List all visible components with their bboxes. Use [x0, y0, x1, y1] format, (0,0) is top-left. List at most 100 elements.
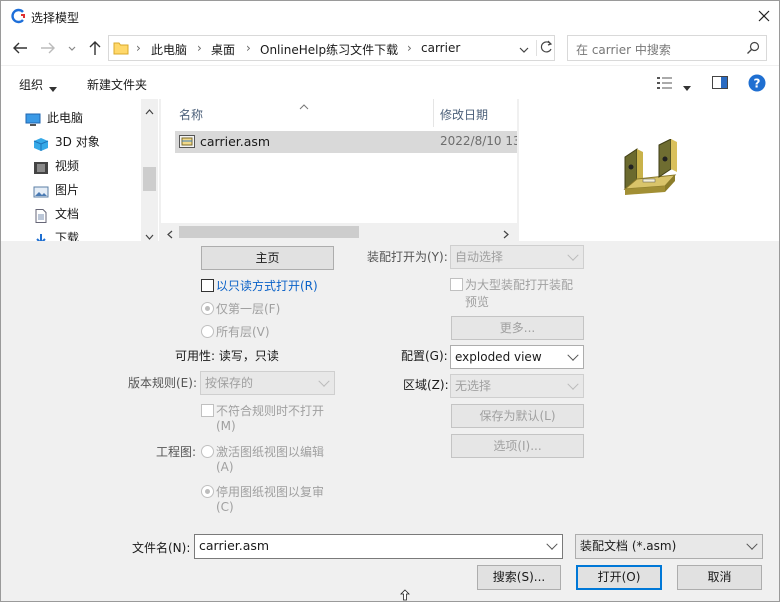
recent-chevron-icon[interactable] [67, 43, 77, 53]
region-value: 无选择 [455, 379, 492, 393]
nav-scrollbar[interactable] [141, 99, 158, 241]
open-button[interactable]: 打开(O) [576, 565, 662, 590]
region-select[interactable]: 无选择 [450, 374, 584, 398]
file-row[interactable]: carrier.asm 2022/8/10 13 [175, 131, 517, 153]
nav-item-3d-objects[interactable]: 3D 对象 [33, 131, 100, 153]
all-levels-label: 所有层(V) [216, 325, 270, 339]
search-input[interactable]: 在 carrier 中搜索 [576, 41, 671, 58]
noncompliant-checkbox[interactable] [201, 404, 214, 417]
column-header-date[interactable]: 修改日期 [440, 106, 488, 123]
navigation-pane: 此电脑 3D 对象 视频 图片 文档 下载 [1, 99, 159, 241]
open-as-label: 装配打开为(Y): [367, 250, 448, 264]
new-folder-button[interactable]: 新建文件夹 [87, 76, 147, 93]
scroll-left-icon[interactable] [167, 228, 173, 239]
model-preview-icon [619, 138, 683, 203]
nav-item-label: 下载 [55, 231, 80, 241]
home-button[interactable]: 主页 [201, 246, 334, 270]
filename-label: 文件名(N): [132, 541, 191, 555]
version-rule-select[interactable]: 按保存的 [200, 371, 335, 395]
chevron-right-icon: › [136, 41, 141, 55]
filetype-value: 装配文档 (*.asm) [580, 539, 677, 553]
nav-item-pictures[interactable]: 图片 [33, 179, 79, 201]
options-button[interactable]: 选项(I)... [451, 434, 584, 458]
cancel-button[interactable]: 取消 [677, 565, 762, 590]
drawing-label: 工程图: [156, 445, 197, 459]
breadcrumb-item[interactable]: OnlineHelp练习文件下载 [260, 41, 398, 58]
save-default-button[interactable]: 保存为默认(L) [451, 404, 584, 428]
config-label: 配置(G): [401, 349, 448, 363]
more-button[interactable]: 更多... [451, 316, 584, 340]
nav-item-this-pc[interactable]: 此电脑 [25, 107, 83, 129]
chevron-down-icon[interactable] [546, 538, 558, 550]
activate-sheet-sub: (A) [216, 460, 234, 474]
chevron-down-icon[interactable] [519, 44, 529, 54]
column-header-name[interactable]: 名称 [179, 106, 203, 123]
filelist-scroll-thumb[interactable] [179, 226, 359, 238]
document-icon [33, 208, 49, 223]
large-assembly-label: 为大型装配打开装配 [465, 278, 574, 292]
filename-value: carrier.asm [199, 538, 270, 553]
scroll-down-icon[interactable] [145, 229, 154, 240]
filetype-select[interactable]: 装配文档 (*.asm) [575, 534, 763, 559]
view-list-icon[interactable] [657, 76, 673, 90]
config-select[interactable]: exploded view [450, 345, 584, 369]
file-date: 2022/8/10 13 [440, 134, 517, 148]
disable-sheet-label: 停用图纸视图以复审 [216, 485, 325, 499]
close-icon[interactable] [755, 7, 773, 25]
chevron-right-icon: › [246, 41, 251, 55]
scroll-right-icon[interactable] [503, 228, 509, 239]
readonly-checkbox[interactable] [201, 279, 214, 292]
search-button[interactable]: 搜索(S)... [477, 565, 561, 590]
forward-arrow-icon[interactable] [39, 40, 57, 56]
title-bar: 选择模型 [1, 1, 779, 31]
first-level-radio[interactable] [201, 302, 214, 315]
config-value: exploded view [455, 350, 542, 364]
back-arrow-icon[interactable] [11, 40, 29, 56]
chevron-down-icon [746, 538, 758, 550]
chevron-down-icon [567, 378, 579, 390]
address-row: › 此电脑 › 桌面 › OnlineHelp练习文件下载 › carrier … [1, 31, 779, 65]
nav-item-documents[interactable]: 文档 [33, 203, 79, 225]
first-level-label: 仅第一层(F) [216, 302, 281, 316]
download-icon [33, 232, 49, 241]
disable-sheet-radio[interactable] [201, 485, 214, 498]
search-box[interactable]: 在 carrier 中搜索 [567, 35, 767, 61]
filelist-hscrollbar[interactable] [161, 223, 517, 241]
large-assembly-checkbox[interactable] [450, 278, 463, 291]
open-as-value: 自动选择 [455, 250, 504, 264]
activate-sheet-radio[interactable] [201, 445, 214, 458]
up-arrow-icon[interactable] [87, 39, 103, 57]
folder-icon [113, 40, 129, 56]
refresh-icon[interactable] [536, 40, 553, 56]
column-divider[interactable] [433, 99, 434, 127]
nav-item-label: 此电脑 [47, 111, 84, 125]
nav-scroll-thumb[interactable] [143, 167, 156, 191]
open-as-select[interactable]: 自动选择 [450, 245, 584, 269]
breadcrumb-item[interactable]: carrier [421, 41, 460, 55]
chevron-right-icon: › [407, 41, 412, 55]
help-icon[interactable]: ? [748, 74, 766, 92]
region-label: 区域(Z): [403, 378, 449, 392]
scroll-up-icon[interactable] [145, 104, 154, 115]
view-dropdown-icon[interactable] [683, 80, 691, 91]
video-icon [33, 160, 49, 174]
nav-item-downloads[interactable]: 下载 [33, 227, 79, 241]
filename-input[interactable]: carrier.asm [194, 534, 563, 559]
svg-text:?: ? [754, 77, 761, 91]
nav-item-label: 3D 对象 [55, 135, 100, 149]
chevron-right-icon: › [197, 41, 202, 55]
breadcrumb-item[interactable]: 此电脑 [151, 41, 187, 58]
preview-pane-icon[interactable] [712, 75, 729, 90]
all-levels-radio[interactable] [201, 325, 214, 338]
search-icon[interactable] [746, 41, 760, 55]
window-title: 选择模型 [31, 11, 80, 25]
organize-dropdown-icon[interactable] [49, 81, 57, 92]
nav-item-videos[interactable]: 视频 [33, 155, 79, 177]
address-box[interactable]: › 此电脑 › 桌面 › OnlineHelp练习文件下载 › carrier [108, 35, 555, 61]
breadcrumb-item[interactable]: 桌面 [211, 41, 235, 58]
readonly-label[interactable]: 以只读方式打开(R) [216, 277, 318, 294]
chevron-down-icon [318, 375, 330, 387]
organize-menu[interactable]: 组织 [19, 76, 43, 93]
cube-icon [33, 136, 49, 151]
version-rule-value: 按保存的 [205, 376, 254, 390]
